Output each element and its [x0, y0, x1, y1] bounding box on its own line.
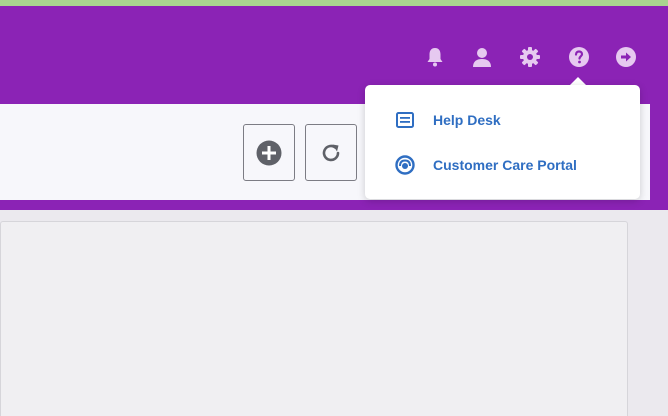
profile-button[interactable]	[469, 44, 495, 70]
right-edge	[650, 210, 668, 416]
settings-button[interactable]	[517, 44, 543, 70]
help-button[interactable]	[566, 44, 592, 70]
add-icon	[256, 140, 282, 165]
menu-item-label: Help Desk	[433, 112, 501, 128]
sign-out-button[interactable]	[613, 44, 639, 70]
headset-icon	[395, 155, 415, 175]
menu-item-customer-care-portal[interactable]: Customer Care Portal	[365, 147, 640, 183]
add-button[interactable]	[243, 124, 295, 181]
sign-out-icon	[616, 47, 636, 67]
menu-item-help-desk[interactable]: Help Desk	[365, 102, 640, 138]
gear-icon	[520, 47, 540, 67]
notifications-button[interactable]	[422, 44, 448, 70]
content-panel	[0, 221, 628, 416]
document-icon	[395, 110, 415, 130]
help-dropdown-menu: Help Desk Customer Care Portal	[365, 85, 640, 199]
help-icon	[569, 47, 589, 67]
user-icon	[473, 48, 491, 67]
menu-item-label: Customer Care Portal	[433, 157, 577, 173]
refresh-button[interactable]	[305, 124, 357, 181]
refresh-icon	[322, 144, 340, 161]
bell-icon	[427, 48, 443, 67]
